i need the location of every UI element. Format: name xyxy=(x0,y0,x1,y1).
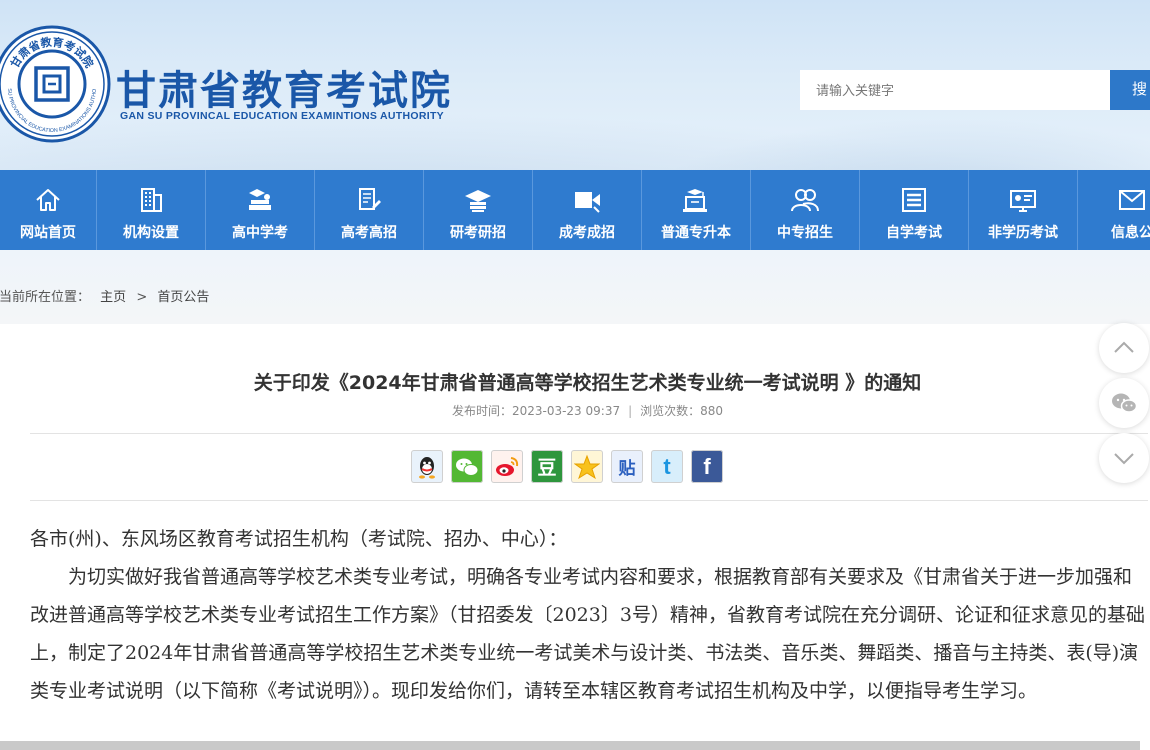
main-nav: 网站首页 机构设置 高中学考 高考高招 研考研招 成考成招 普通专升本 中专招生… xyxy=(0,170,1150,250)
views-label: 浏览次数： xyxy=(640,404,701,418)
nav-label: 研考研招 xyxy=(450,225,506,241)
publish-time: 2023-03-23 09:37 xyxy=(511,404,621,418)
books-icon xyxy=(249,189,271,210)
building-icon xyxy=(141,188,162,212)
article-paragraph: 为切实做好我省普通高等学校艺术类专业考试，明确各专业考试内容和要求，根据教育部有… xyxy=(30,566,1145,702)
search-button[interactable]: 搜 xyxy=(1110,70,1150,110)
share-qq-button[interactable] xyxy=(411,450,443,483)
site-header: 甘肃省教育考试院 GANSU PROVINCIAL EDUCATION EXAM… xyxy=(0,0,1150,170)
site-seal-logo[interactable]: 甘肃省教育考试院 GANSU PROVINCIAL EDUCATION EXAM… xyxy=(0,24,112,144)
graduation-cap-icon xyxy=(465,190,491,212)
mail-icon xyxy=(1119,190,1145,210)
nav-item-non-degree[interactable]: 非学历考试 xyxy=(969,170,1078,250)
share-weibo-button[interactable] xyxy=(491,450,523,483)
nav-item-graduate-exam[interactable]: 研考研招 xyxy=(424,170,533,250)
meta-separator: | xyxy=(628,404,633,418)
article-body: 各市(州)、东风场区教育考试招生机构（考试院、招办、中心）： 为切实做好我省普通… xyxy=(30,520,1150,710)
share-wechat-button[interactable] xyxy=(451,450,483,483)
list-icon xyxy=(902,188,926,212)
article-title: 关于印发《2024年甘肃省普通高等学校招生艺术类专业统一考试说明 》的通知 xyxy=(253,372,922,394)
chevron-down-icon xyxy=(1114,453,1134,465)
article-meta: 发布时间：2023-03-23 09:37 | 浏览次数：880 xyxy=(0,402,1150,419)
tieba-icon: 贴 xyxy=(618,459,636,479)
publish-label: 发布时间： xyxy=(451,404,512,418)
divider xyxy=(30,500,1148,501)
twitter-icon: t xyxy=(663,453,671,479)
share-qzone-button[interactable] xyxy=(571,450,603,483)
horizontal-scrollbar[interactable] xyxy=(0,741,1140,750)
nav-label: 高中学考 xyxy=(232,225,288,241)
facebook-icon: f xyxy=(703,453,711,479)
home-icon xyxy=(36,189,60,211)
share-tieba-button[interactable]: 贴 xyxy=(611,450,643,483)
laptop-cap-icon xyxy=(683,189,707,212)
nav-item-self-study[interactable]: 自学考试 xyxy=(860,170,969,250)
users-icon xyxy=(791,189,819,212)
chevron-up-icon xyxy=(1114,341,1134,353)
breadcrumb-home-link[interactable]: 主页 xyxy=(100,290,126,305)
nav-label: 成考成招 xyxy=(559,225,615,241)
nav-label: 非学历考试 xyxy=(988,225,1058,241)
divider xyxy=(30,433,1148,434)
breadcrumb-current-link[interactable]: 首页公告 xyxy=(157,290,209,305)
nav-label: 高考高招 xyxy=(341,225,397,241)
floating-toolbar xyxy=(1099,323,1150,488)
video-icon xyxy=(575,192,600,213)
nav-item-upgrade-exam[interactable]: 普通专升本 xyxy=(642,170,751,250)
share-douban-button[interactable]: 豆 xyxy=(531,450,563,483)
nav-item-vocational[interactable]: 中专招生 xyxy=(751,170,860,250)
qq-icon xyxy=(419,456,435,479)
id-card-icon xyxy=(1010,190,1036,212)
site-subtitle: GAN SU PROVINCAL EDUCATION EXAMINTIONS A… xyxy=(120,110,444,122)
scroll-bottom-button[interactable] xyxy=(1099,433,1149,483)
breadcrumb: 您当前所在位置： 主页 > 首页公告 xyxy=(0,286,215,305)
share-facebook-button[interactable]: f xyxy=(691,450,723,483)
nav-label: 信息公 xyxy=(1111,225,1150,241)
share-bar: 豆 贴 t f xyxy=(411,450,723,483)
nav-label: 网站首页 xyxy=(20,225,76,241)
wechat-float-button[interactable] xyxy=(1099,378,1149,428)
nav-label: 中专招生 xyxy=(777,225,833,241)
nav-item-organization[interactable]: 机构设置 xyxy=(97,170,206,250)
wechat-icon xyxy=(456,458,479,476)
document-pen-icon xyxy=(359,188,381,210)
nav-item-high-school-exam[interactable]: 高中学考 xyxy=(206,170,315,250)
breadcrumb-prefix: 您当前所在位置： xyxy=(0,290,91,305)
share-twitter-button[interactable]: t xyxy=(651,450,683,483)
nav-item-adult-exam[interactable]: 成考成招 xyxy=(533,170,642,250)
breadcrumb-separator: > xyxy=(136,290,148,305)
nav-label: 普通专升本 xyxy=(661,225,731,241)
wechat-icon xyxy=(1112,393,1138,413)
nav-label: 自学考试 xyxy=(886,225,942,241)
site-title[interactable]: 甘肃省教育考试院 xyxy=(116,58,452,116)
nav-item-info[interactable]: 信息公 xyxy=(1078,170,1150,250)
header-mountain-decoration-2 xyxy=(600,110,1150,170)
weibo-icon xyxy=(496,456,519,476)
nav-label: 机构设置 xyxy=(123,225,179,241)
article-salutation: 各市(州)、东风场区教育考试招生机构（考试院、招办、中心）： xyxy=(30,528,568,550)
scroll-top-button[interactable] xyxy=(1099,323,1149,373)
search-input[interactable] xyxy=(800,70,1110,110)
views-count: 880 xyxy=(700,404,724,418)
qzone-icon xyxy=(574,454,600,479)
nav-item-college-entrance[interactable]: 高考高招 xyxy=(315,170,424,250)
douban-icon: 豆 xyxy=(537,457,557,479)
nav-item-home[interactable]: 网站首页 xyxy=(0,170,97,250)
